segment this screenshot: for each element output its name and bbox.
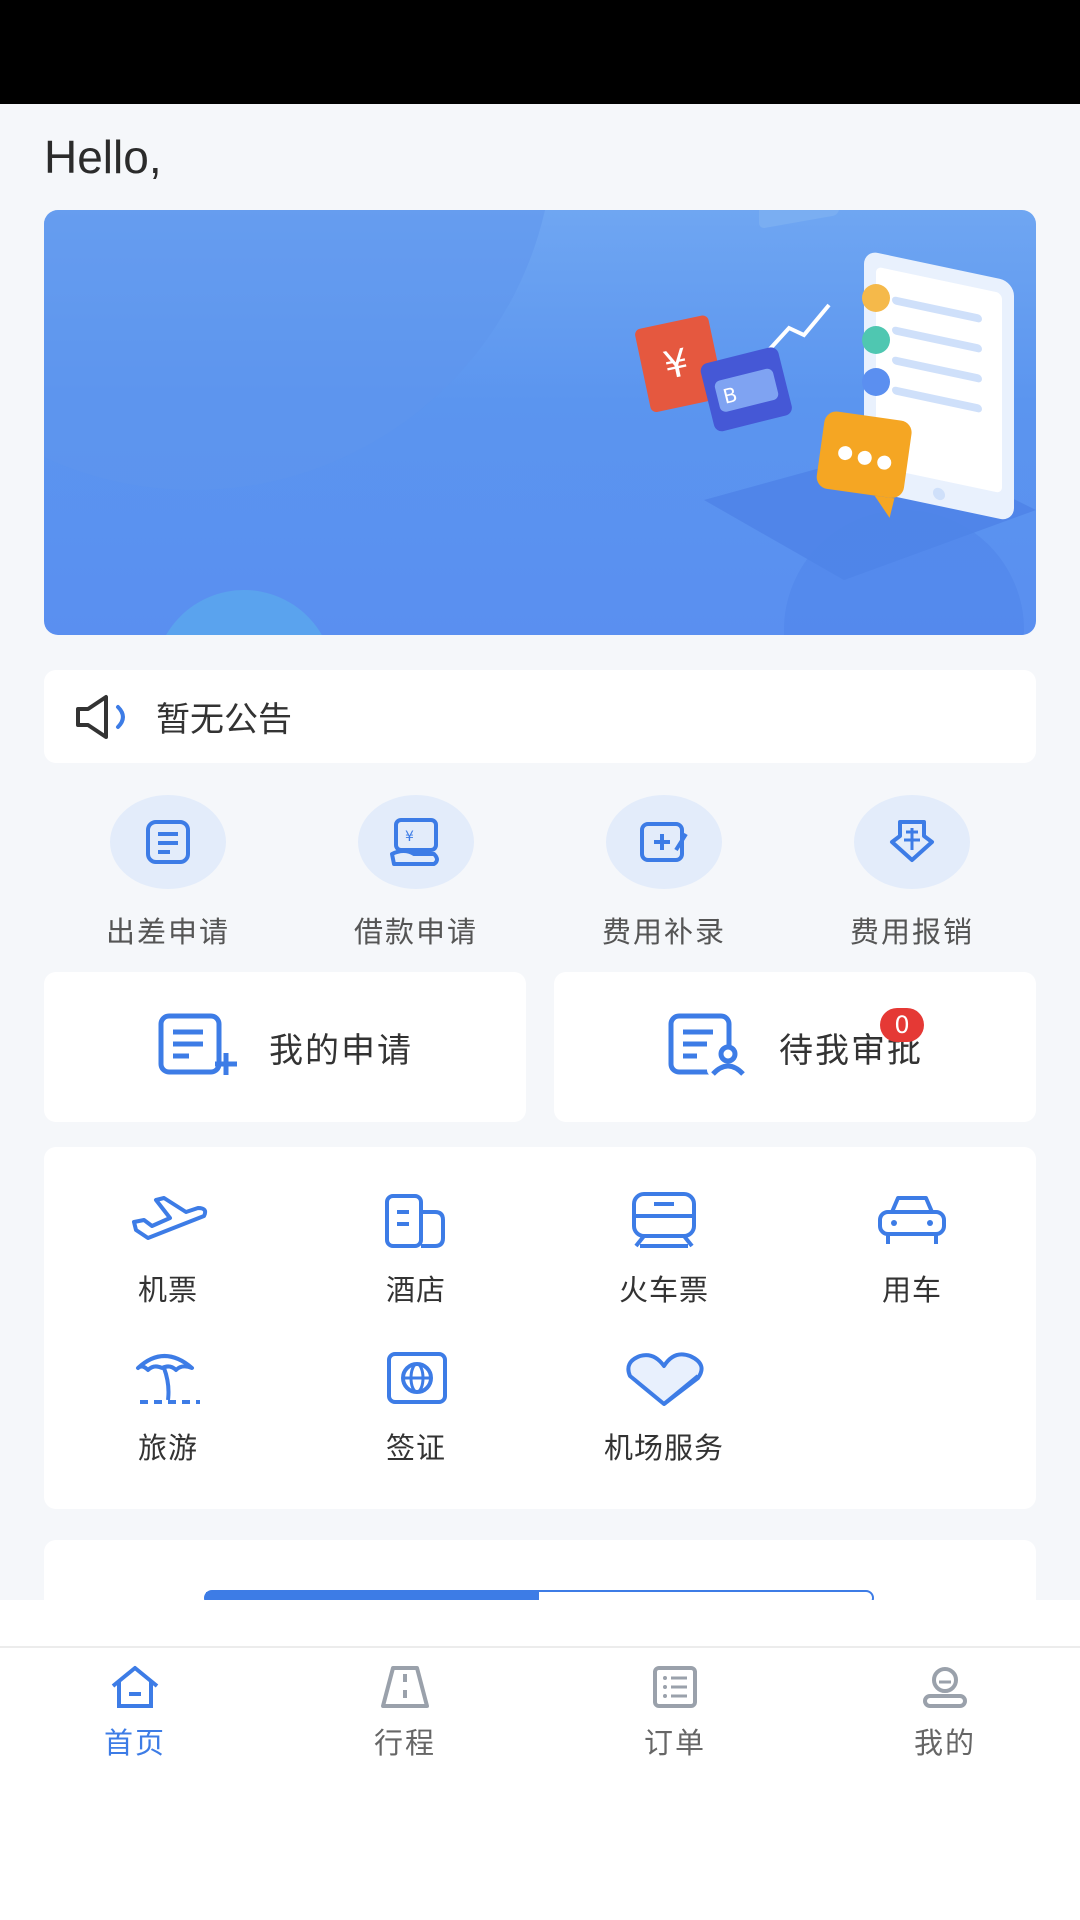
my-requests-button[interactable]: 我的申请 [44,972,526,1122]
tab-label: 行程 [373,1726,436,1760]
home-icon [109,1664,161,1714]
quick-actions: 出差申请 ¥ 借款申请 费用补录 费用报销 [44,795,1036,955]
reimbursement-icon [854,795,970,889]
bottom-tab-bar: 首页 行程 订单 我的 [0,1600,1080,1920]
quick-action-label: 费用补录 [601,915,726,949]
application-row: 我的申请 待我审批 [44,972,1036,1122]
quick-action-loan-request[interactable]: ¥ 借款申请 [292,795,540,955]
order-list-icon [649,1664,701,1714]
quick-action-label: 借款申请 [353,915,478,949]
svg-text:¥: ¥ [405,829,414,845]
service-airport[interactable]: 机场服务 [540,1345,788,1467]
profile-icon [919,1664,971,1714]
service-label: 机票 [137,1273,198,1307]
greeting-text: Hello, [44,131,162,183]
airplane-icon [128,1187,208,1253]
service-label: 机场服务 [603,1431,724,1465]
tab-label: 我的 [913,1726,976,1760]
tabbar-divider [0,1646,1080,1648]
progress-fill [206,1592,539,1600]
service-label: 旅游 [137,1431,198,1465]
tab-label: 订单 [643,1726,706,1760]
tab-home[interactable]: 首页 [0,1664,270,1762]
status-bar [0,0,1080,104]
quick-action-label: 费用报销 [849,915,974,949]
road-icon [379,1664,431,1714]
quick-action-reimbursement[interactable]: 费用报销 [788,795,1036,955]
service-label: 酒店 [385,1273,446,1307]
travel-services-panel: 机票 酒店 火车票 用车 旅游 签证 机场服务 [44,1147,1036,1509]
quick-action-label: 出差申请 [105,915,230,949]
progress-track [204,1590,874,1600]
heart-icon [622,1345,706,1411]
document-add-icon [157,1012,241,1082]
announcement-text: 暂无公告 [156,700,292,740]
quick-action-travel-request[interactable]: 出差申请 [44,795,292,955]
tab-orders[interactable]: 订单 [540,1664,810,1762]
service-car[interactable]: 用车 [788,1187,1036,1309]
promo-banner[interactable]: ¥ B [44,210,1036,635]
service-hotel[interactable]: 酒店 [292,1187,540,1309]
service-label: 火车票 [618,1273,709,1307]
service-tourism[interactable]: 旅游 [44,1345,292,1467]
quick-action-expense-supplement[interactable]: 费用补录 [540,795,788,955]
announcement-bar[interactable]: 暂无公告 [44,670,1036,763]
my-requests-label: 我的申请 [269,1030,413,1071]
loan-request-icon: ¥ [358,795,474,889]
palm-tree-icon [130,1345,206,1411]
service-visa[interactable]: 签证 [292,1345,540,1467]
hotel-icon [381,1187,451,1253]
service-label: 用车 [881,1273,942,1307]
service-label: 签证 [385,1431,446,1465]
approval-user-icon [667,1012,751,1082]
expense-supplement-icon [606,795,722,889]
service-flight[interactable]: 机票 [44,1187,292,1309]
megaphone-icon [72,693,136,741]
service-train[interactable]: 火车票 [540,1187,788,1309]
pending-count-badge: 0 [880,1008,924,1042]
visa-icon [381,1345,451,1411]
banner-illustration: ¥ B [44,210,1036,635]
travel-request-icon [110,795,226,889]
car-icon [874,1187,950,1253]
train-icon [626,1187,702,1253]
pending-approval-button[interactable]: 待我审批 [554,972,1036,1122]
tab-profile[interactable]: 我的 [810,1664,1080,1762]
tab-label: 首页 [103,1726,166,1760]
content-card [44,1540,1036,1600]
tab-itinerary[interactable]: 行程 [270,1664,540,1762]
